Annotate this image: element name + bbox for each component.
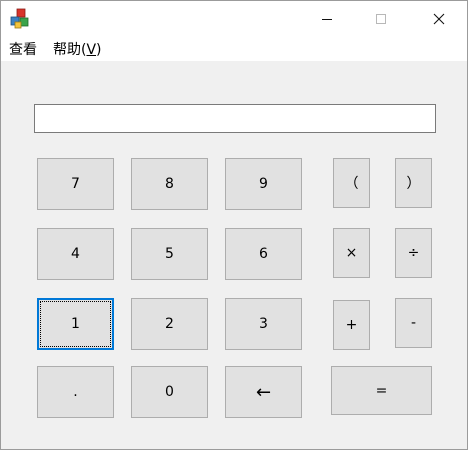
key-6-label: 6 <box>259 246 268 262</box>
key-divide-label: ÷ <box>407 245 420 261</box>
key-1-label: 1 <box>71 316 80 332</box>
key-4-label: 4 <box>71 246 80 262</box>
menu-bar: 查看 帮助(V) <box>1 39 467 61</box>
key-plus-label: + <box>345 317 358 333</box>
backspace-arrow-icon: ← <box>255 381 272 403</box>
key-multiply-label: × <box>345 245 358 261</box>
title-bar[interactable] <box>1 1 467 39</box>
key-6[interactable]: 6 <box>225 228 302 280</box>
key-7-label: 7 <box>71 176 80 192</box>
key-3-label: 3 <box>259 316 268 332</box>
menu-help-hotkey: V <box>86 42 97 58</box>
key-equals-label: = <box>375 382 388 399</box>
menu-help-close: ) <box>96 42 102 58</box>
key-equals[interactable]: = <box>331 366 432 415</box>
key-minus[interactable]: - <box>395 298 432 348</box>
key-decimal[interactable]: . <box>37 366 114 418</box>
key-right-paren-label: ） <box>406 176 421 192</box>
key-8[interactable]: 8 <box>131 158 208 210</box>
key-9[interactable]: 9 <box>225 158 302 210</box>
key-minus-label: - <box>410 315 417 331</box>
key-decimal-label: . <box>73 384 78 400</box>
key-7[interactable]: 7 <box>37 158 114 210</box>
expression-display[interactable] <box>34 104 436 133</box>
key-backspace[interactable]: ← <box>225 366 302 418</box>
key-left-paren[interactable]: （ <box>333 158 370 208</box>
key-left-paren-label: （ <box>344 176 359 192</box>
calculator-window: 查看 帮助(V) 7 8 9 （ ） 4 5 6 × ÷ 1 2 3 + - .… <box>0 0 468 450</box>
key-1[interactable]: 1 <box>37 298 114 350</box>
key-plus[interactable]: + <box>333 300 370 350</box>
minimize-icon <box>322 19 332 20</box>
key-8-label: 8 <box>165 176 174 192</box>
key-2[interactable]: 2 <box>131 298 208 350</box>
key-divide[interactable]: ÷ <box>395 228 432 278</box>
maximize-button[interactable] <box>358 1 404 37</box>
menu-help-label: 帮助( <box>53 42 87 58</box>
app-icon <box>10 8 29 29</box>
menu-help[interactable]: 帮助(V) <box>53 41 102 59</box>
key-9-label: 9 <box>259 176 268 192</box>
minimize-button[interactable] <box>304 1 350 37</box>
close-icon <box>433 13 445 25</box>
key-0-label: 0 <box>165 384 174 400</box>
key-multiply[interactable]: × <box>333 228 370 278</box>
key-3[interactable]: 3 <box>225 298 302 350</box>
key-4[interactable]: 4 <box>37 228 114 280</box>
key-2-label: 2 <box>165 316 174 332</box>
menu-view[interactable]: 查看 <box>9 41 37 59</box>
key-5[interactable]: 5 <box>131 228 208 280</box>
key-right-paren[interactable]: ） <box>395 158 432 208</box>
key-5-label: 5 <box>165 246 174 262</box>
maximize-icon <box>376 14 386 24</box>
close-button[interactable] <box>416 1 462 37</box>
key-0[interactable]: 0 <box>131 366 208 418</box>
